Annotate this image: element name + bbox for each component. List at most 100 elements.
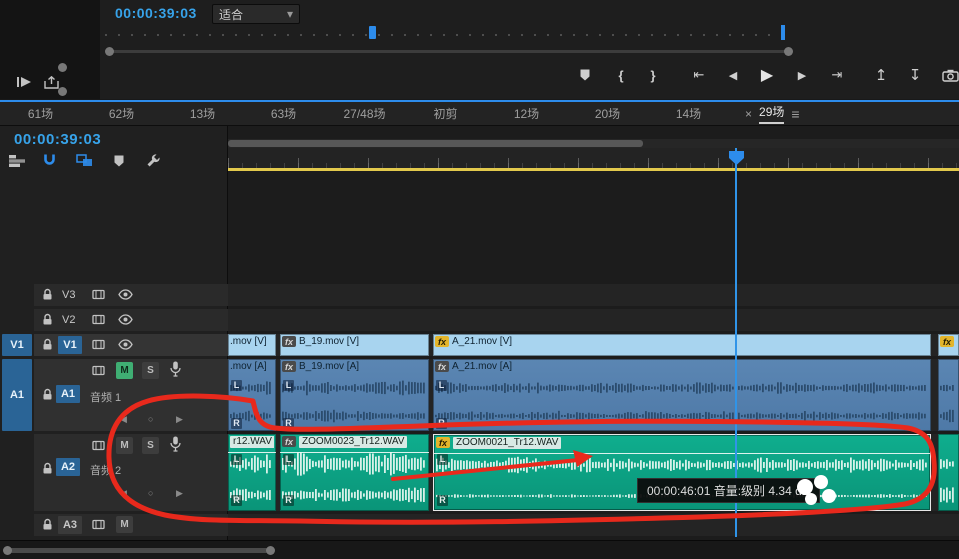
volume-rubber-band[interactable]	[228, 452, 276, 453]
tab-sequence[interactable]: 61场	[0, 105, 81, 122]
panel-knob[interactable]	[58, 87, 67, 96]
track-name-a1[interactable]: A1	[56, 385, 80, 403]
solo-button-a1[interactable]: S	[142, 362, 159, 379]
zoom-level-select[interactable]: 适合 ▾	[212, 4, 300, 24]
lock-icon[interactable]	[42, 288, 53, 301]
timeline-settings-wrench-icon[interactable]	[146, 153, 161, 168]
add-marker-button[interactable]	[574, 64, 596, 86]
track-name-v1[interactable]: V1	[58, 336, 82, 354]
lock-icon[interactable]	[42, 388, 53, 401]
timeline-ruler[interactable]	[228, 148, 959, 168]
track-output-eye-icon[interactable]	[118, 314, 133, 325]
clip-a1[interactable]: fxA_21.mov [A] L R	[433, 359, 931, 431]
tab-sequence[interactable]: 初剪	[405, 105, 486, 122]
track-lane-a3[interactable]	[228, 514, 959, 536]
lock-icon[interactable]	[42, 518, 53, 531]
clip-a1[interactable]: .mov [A] L R	[228, 359, 276, 431]
prev-keyframe-icon[interactable]: ◀	[120, 414, 127, 425]
export-icon[interactable]	[44, 76, 59, 89]
lock-icon[interactable]	[42, 462, 53, 475]
zoom-scrollbar-handle-left[interactable]	[3, 546, 12, 555]
prev-keyframe-icon[interactable]: ◀	[120, 488, 127, 499]
play-button[interactable]: ▶	[756, 64, 778, 86]
lift-button[interactable]: ↥	[870, 64, 892, 86]
panel-knob[interactable]	[58, 63, 67, 72]
tab-sequence[interactable]: 27/48场	[324, 105, 405, 122]
clip-v1[interactable]: .mov [V]	[228, 334, 276, 356]
clip-a1-partial[interactable]	[938, 359, 959, 431]
mute-button-a1[interactable]: M	[116, 362, 133, 379]
volume-rubber-band[interactable]	[280, 452, 429, 453]
source-patch-v1[interactable]: V1	[2, 334, 32, 356]
next-keyframe-icon[interactable]: ▶	[176, 488, 183, 499]
sync-lock-icon[interactable]	[92, 289, 105, 300]
timeline-hscroll-thumb[interactable]	[228, 140, 643, 147]
lock-icon[interactable]	[42, 338, 53, 351]
nested-sequence-icon[interactable]	[8, 154, 26, 168]
tab-sequence[interactable]: 20场	[567, 105, 648, 122]
lock-icon[interactable]	[42, 313, 53, 326]
track-name-a2[interactable]: A2	[56, 458, 80, 476]
zoom-scrollbar-handle-right[interactable]	[266, 546, 275, 555]
program-zoom-bar[interactable]	[105, 46, 793, 56]
clip-a2[interactable]: fxZOOM0023_Tr12.WAV L R	[280, 434, 429, 511]
solo-button-a2[interactable]: S	[142, 437, 159, 454]
zoom-handle-right[interactable]	[784, 47, 793, 56]
clip-v1-partial[interactable]: fx	[938, 334, 959, 356]
close-icon[interactable]: ×	[745, 107, 752, 121]
zoom-scrollbar-track[interactable]	[8, 548, 268, 553]
tab-sequence[interactable]: 13场	[162, 105, 243, 122]
voiceover-mic-icon[interactable]	[170, 436, 181, 452]
mark-out-button[interactable]: }	[642, 64, 664, 86]
track-name-a3[interactable]: A3	[58, 516, 82, 534]
play-in-to-out-icon[interactable]	[16, 76, 32, 88]
tab-sequence[interactable]: 62场	[81, 105, 162, 122]
track-name-v3[interactable]: V3	[62, 289, 75, 301]
track-name-v2[interactable]: V2	[62, 314, 75, 326]
step-forward-button[interactable]: ▶	[791, 64, 813, 86]
mute-button-a3[interactable]: M	[116, 516, 133, 533]
next-keyframe-icon[interactable]: ▶	[176, 414, 183, 425]
mute-button-a2[interactable]: M	[116, 437, 133, 454]
track-lane-v3[interactable]	[228, 284, 959, 306]
program-timecode[interactable]: 00:00:39:03	[115, 5, 197, 21]
sync-lock-icon[interactable]	[92, 314, 105, 325]
extract-button[interactable]: ↧	[904, 64, 926, 86]
go-to-in-button[interactable]: ⇤	[688, 64, 710, 86]
premiere-workspace: 00:00:39:03 适合 ▾ { } ⇤ ◀ ▶ ▶ ⇥ ↥ ↧	[0, 0, 959, 559]
scrubber-playhead[interactable]	[369, 26, 376, 39]
clip-a2[interactable]: r12.WAV L R	[228, 434, 276, 511]
sync-lock-icon[interactable]	[92, 440, 105, 451]
timeline-timecode[interactable]: 00:00:39:03	[14, 131, 101, 148]
track-lane-v2[interactable]	[228, 309, 959, 331]
sync-lock-icon[interactable]	[92, 339, 105, 350]
tab-sequence[interactable]: 63场	[243, 105, 324, 122]
clip-v1[interactable]: fxB_19.mov [V]	[280, 334, 429, 356]
tab-sequence[interactable]: 14场	[648, 105, 729, 122]
snap-magnet-icon[interactable]	[42, 153, 57, 168]
export-frame-button[interactable]	[939, 64, 959, 86]
clip-v1[interactable]: fxA_21.mov [V]	[433, 334, 931, 356]
mark-in-button[interactable]: {	[610, 64, 632, 86]
program-scrubber[interactable]	[105, 26, 793, 42]
timeline-hscroll-track[interactable]	[228, 139, 959, 148]
zoom-handle-left[interactable]	[105, 47, 114, 56]
add-marker-icon[interactable]	[113, 154, 125, 168]
tab-sequence[interactable]: 12场	[486, 105, 567, 122]
add-keyframe-icon[interactable]: ○	[148, 414, 153, 424]
tab-sequence-active[interactable]: × 29场 ≡	[745, 103, 800, 124]
track-output-eye-icon[interactable]	[118, 339, 133, 350]
step-back-button[interactable]: ◀	[722, 64, 744, 86]
sync-lock-icon[interactable]	[92, 365, 105, 376]
go-to-out-button[interactable]: ⇥	[826, 64, 848, 86]
panel-menu-icon[interactable]: ≡	[791, 106, 799, 122]
linked-selection-icon[interactable]	[76, 154, 93, 167]
voiceover-mic-icon[interactable]	[170, 361, 181, 377]
source-patch-a1[interactable]: A1	[2, 359, 32, 431]
volume-rubber-band[interactable]	[434, 453, 930, 454]
sync-lock-icon[interactable]	[92, 519, 105, 530]
track-output-eye-icon[interactable]	[118, 289, 133, 300]
clip-a2-partial[interactable]	[938, 434, 959, 511]
clip-a1[interactable]: fxB_19.mov [A] L R	[280, 359, 429, 431]
add-keyframe-icon[interactable]: ○	[148, 488, 153, 498]
